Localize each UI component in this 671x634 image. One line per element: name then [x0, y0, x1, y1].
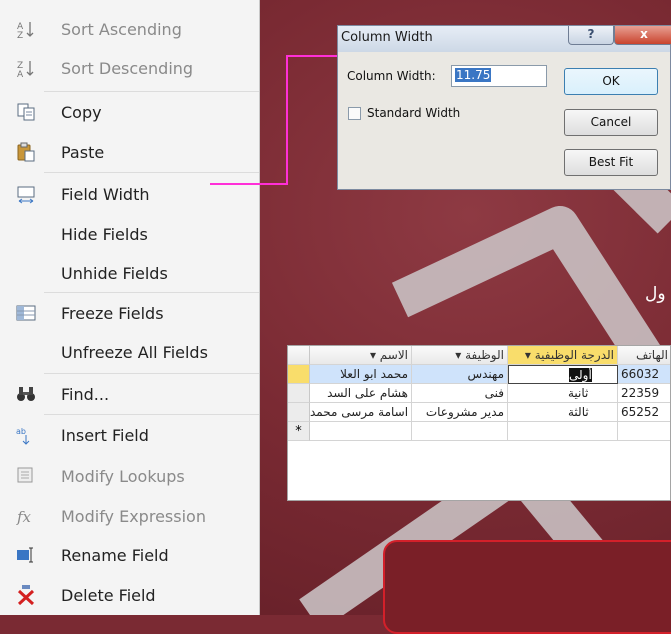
cell-phone[interactable]: 22359: [618, 384, 670, 403]
cell-job[interactable]: مدير مشروعات: [412, 403, 508, 422]
column-width-dialog: Column Width ? x Column Width: 11.75 Sta…: [337, 25, 671, 190]
new-record-row[interactable]: *: [288, 422, 670, 441]
column-header-phone[interactable]: الهاتف: [618, 346, 670, 365]
table-row[interactable]: هشام على السد فنى ثانية 22359: [288, 384, 670, 403]
standard-width-checkbox[interactable]: [348, 107, 361, 120]
column-header-label: الوظيفة: [465, 348, 504, 362]
ok-button[interactable]: OK: [564, 68, 658, 95]
column-header-job[interactable]: ▾ الوظيفة: [412, 346, 508, 365]
cell-name[interactable]: [310, 422, 412, 441]
column-width-value: 11.75: [455, 68, 492, 82]
table-row[interactable]: محمد ابو العلا مهندس أولى 66032: [288, 365, 670, 384]
column-width-input[interactable]: 11.75: [451, 65, 547, 87]
column-header-name[interactable]: ▾ الاسم: [310, 346, 412, 365]
dialog-titlebar: Column Width ? x: [338, 26, 671, 52]
cell-name[interactable]: هشام على السد: [310, 384, 412, 403]
cell-name[interactable]: محمد ابو العلا: [310, 365, 412, 384]
cell-job[interactable]: [412, 422, 508, 441]
best-fit-button[interactable]: Best Fit: [564, 149, 658, 176]
column-header-label: الاسم: [379, 348, 408, 362]
column-header-grade[interactable]: ▾ الدرجة الوظيفية: [508, 346, 618, 365]
select-all-cell[interactable]: [288, 346, 310, 365]
cell-name[interactable]: اسامة مرسى محمد: [310, 403, 412, 422]
cancel-button[interactable]: Cancel: [564, 109, 658, 136]
help-button[interactable]: ?: [568, 26, 614, 45]
dialog-title: Column Width: [341, 30, 433, 45]
datasheet-table: ▾ الاسم ▾ الوظيفة ▾ الدرجة الوظيفية الها…: [287, 345, 671, 501]
cell-grade[interactable]: ثالثة: [508, 403, 618, 422]
record-selector[interactable]: [288, 365, 310, 384]
cell-grade-editing[interactable]: أولى: [508, 365, 618, 384]
table-header-row: ▾ الاسم ▾ الوظيفة ▾ الدرجة الوظيفية الها…: [288, 346, 670, 365]
record-selector[interactable]: [288, 403, 310, 422]
table-row[interactable]: اسامة مرسى محمد مدير مشروعات ثالثة 65252: [288, 403, 670, 422]
cell-phone[interactable]: [618, 422, 670, 441]
cell-phone[interactable]: 65252: [618, 403, 670, 422]
column-width-label: Column Width:: [347, 69, 436, 83]
cell-grade[interactable]: ثانية: [508, 384, 618, 403]
cell-grade-text: أولى: [569, 368, 592, 382]
red-highlight-box: [383, 540, 671, 634]
column-header-label: الدرجة الوظيفية: [534, 348, 614, 362]
record-selector[interactable]: [288, 384, 310, 403]
close-button[interactable]: x: [614, 26, 671, 45]
cell-grade[interactable]: [508, 422, 618, 441]
dialog-body: Column Width: 11.75 Standard Width OK Ca…: [338, 52, 670, 191]
cell-job[interactable]: مهندس: [412, 365, 508, 384]
new-record-marker: *: [288, 422, 310, 441]
column-header-label: الهاتف: [636, 348, 668, 362]
standard-width-label: Standard Width: [367, 106, 461, 120]
cell-phone[interactable]: 66032: [618, 365, 670, 384]
cell-job[interactable]: فنى: [412, 384, 508, 403]
